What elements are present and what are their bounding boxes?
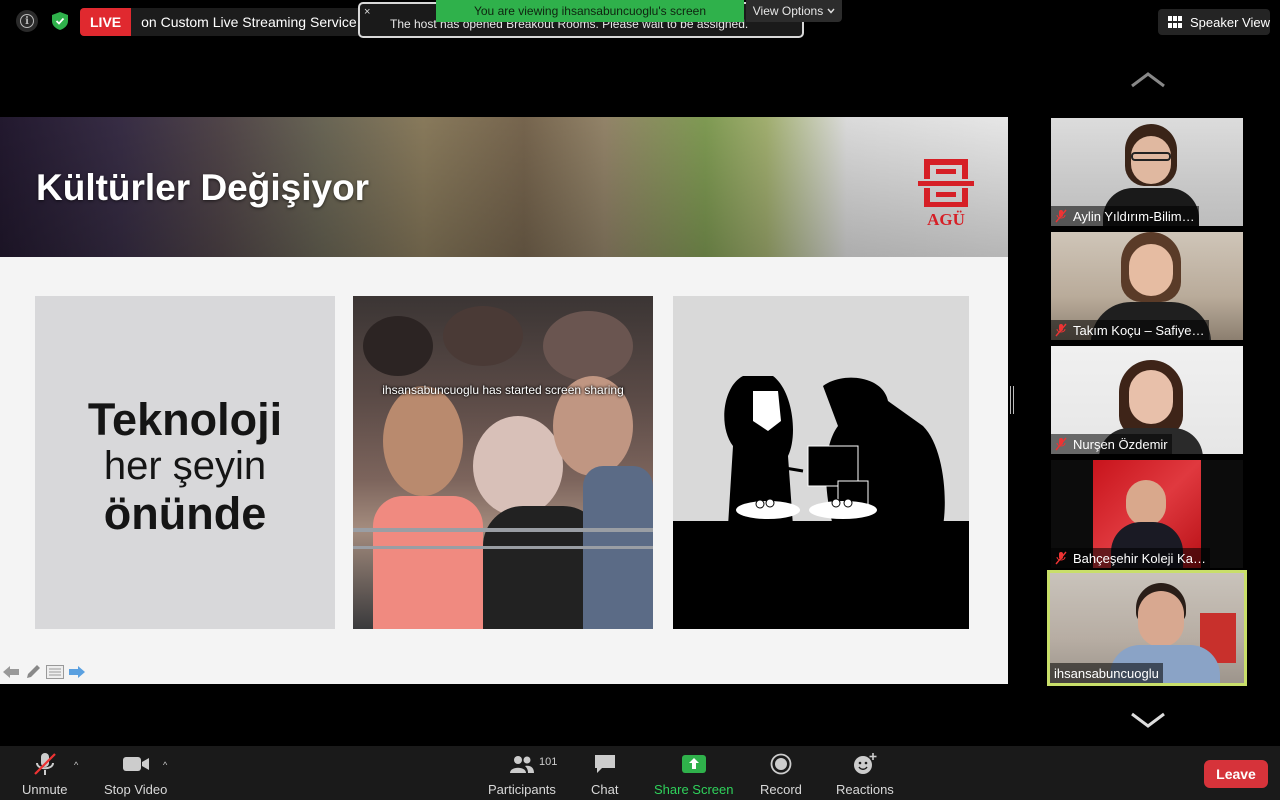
participant-name-label: Aylin Yıldırım-Bilim… bbox=[1051, 206, 1199, 226]
video-camera-icon bbox=[122, 752, 150, 776]
audio-options-caret-icon[interactable]: ^ bbox=[74, 760, 78, 770]
reactions-button[interactable]: Reactions bbox=[836, 752, 894, 797]
chat-button[interactable]: Chat bbox=[591, 752, 618, 797]
shared-screen[interactable]: Kültürler Değişiyor AGÜ Teknoloji her şe… bbox=[0, 117, 1008, 684]
live-streaming-menu[interactable]: LIVE on Custom Live Streaming Service ▼ bbox=[80, 8, 385, 36]
logo-text: AGÜ bbox=[927, 210, 965, 229]
record-label: Record bbox=[760, 782, 802, 797]
crowd-photo bbox=[353, 296, 653, 629]
mic-muted-icon bbox=[1055, 323, 1067, 337]
mic-muted-icon bbox=[1055, 551, 1067, 565]
unmute-button[interactable]: Unmute bbox=[22, 752, 68, 797]
top-bar: i LIVE on Custom Live Streaming Service … bbox=[0, 0, 1280, 44]
speaker-view-label: Speaker View bbox=[1190, 14, 1270, 30]
view-options-label: View Options bbox=[752, 4, 824, 18]
participant-video-tile[interactable]: Takım Koçu – Safiye… bbox=[1051, 232, 1243, 340]
live-streaming-label: on Custom Live Streaming Service bbox=[141, 14, 357, 30]
participants-label: Participants bbox=[488, 782, 556, 797]
smiley-plus-icon bbox=[853, 752, 877, 776]
slide-navigation bbox=[2, 664, 86, 680]
pen-icon[interactable] bbox=[24, 664, 42, 680]
participant-video-tile[interactable]: Bahçeşehir Koleji Ka… bbox=[1051, 460, 1243, 568]
record-icon bbox=[770, 752, 792, 776]
agu-logo: AGÜ bbox=[918, 157, 974, 229]
active-speaker-tile[interactable]: ihsansabuncuoglu bbox=[1047, 570, 1247, 686]
view-options-button[interactable]: View Options bbox=[746, 0, 842, 22]
share-screen-label: Share Screen bbox=[654, 782, 734, 797]
reactions-label: Reactions bbox=[836, 782, 894, 797]
previous-slide-icon[interactable] bbox=[2, 664, 20, 680]
record-button[interactable]: Record bbox=[760, 752, 802, 797]
participant-name-label: Takım Koçu – Safiye… bbox=[1051, 320, 1209, 340]
cartoon-illustration bbox=[673, 296, 969, 629]
participant-video-tile[interactable]: Aylin Yıldırım-Bilim… bbox=[1051, 118, 1243, 226]
participant-video-tile[interactable]: Nurşen Özdemir bbox=[1051, 346, 1243, 454]
tile-line-2: her şeyin bbox=[103, 444, 267, 488]
mic-muted-icon bbox=[1055, 209, 1067, 223]
chat-label: Chat bbox=[591, 782, 619, 797]
close-icon[interactable]: × bbox=[364, 6, 370, 18]
mic-muted-icon bbox=[1055, 437, 1067, 451]
mic-muted-icon bbox=[32, 752, 58, 776]
tile-line-3: önünde bbox=[103, 488, 267, 539]
tile-line-1: Teknoloji bbox=[87, 394, 283, 445]
participant-name-label: Nurşen Özdemir bbox=[1051, 434, 1172, 454]
gallery-down-icon[interactable] bbox=[1130, 710, 1166, 730]
gallery-up-icon[interactable] bbox=[1130, 70, 1166, 90]
chat-bubble-icon bbox=[593, 752, 617, 776]
info-icon[interactable]: i bbox=[16, 10, 38, 32]
leave-button[interactable]: Leave bbox=[1204, 760, 1268, 788]
chevron-down-icon bbox=[827, 8, 835, 14]
speaker-view-button[interactable]: Speaker View bbox=[1158, 9, 1270, 35]
viewing-screen-banner: You are viewing ihsansabuncuoglu's scree… bbox=[436, 0, 744, 22]
share-screen-button[interactable]: Share Screen bbox=[654, 752, 734, 797]
slide-menu-icon[interactable] bbox=[46, 664, 64, 680]
participant-name-label: ihsansabuncuoglu bbox=[1050, 663, 1163, 683]
participants-icon: 101 bbox=[509, 752, 557, 776]
meeting-toolbar: Unmute ^ Stop Video ^ 101 Participants C… bbox=[0, 746, 1280, 800]
shield-icon[interactable] bbox=[48, 9, 72, 33]
unmute-label: Unmute bbox=[22, 782, 68, 797]
participant-name-label: Bahçeşehir Koleji Ka… bbox=[1051, 548, 1210, 568]
share-screen-icon bbox=[681, 752, 707, 776]
technology-text-tile: Teknoloji her şeyin önünde bbox=[35, 296, 335, 629]
slide-title: Kültürler Değişiyor bbox=[36, 167, 370, 208]
next-slide-icon[interactable] bbox=[68, 664, 86, 680]
participants-button[interactable]: 101 Participants bbox=[488, 752, 557, 797]
grid-icon bbox=[1168, 16, 1182, 28]
zoom-meeting-window: i LIVE on Custom Live Streaming Service … bbox=[0, 0, 1280, 800]
stop-video-button[interactable]: Stop Video bbox=[104, 752, 167, 797]
panel-resize-handle[interactable] bbox=[1010, 386, 1014, 414]
video-options-caret-icon[interactable]: ^ bbox=[163, 760, 167, 770]
live-badge: LIVE bbox=[80, 8, 132, 36]
stop-video-label: Stop Video bbox=[104, 782, 168, 797]
participants-count: 101 bbox=[538, 756, 558, 768]
